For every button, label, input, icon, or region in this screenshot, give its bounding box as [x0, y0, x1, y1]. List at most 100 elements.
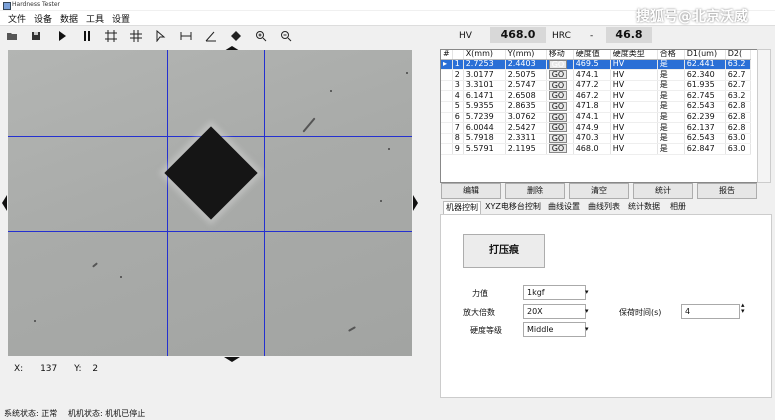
table-cell: 63.2 — [725, 59, 751, 71]
open-icon[interactable] — [3, 27, 21, 45]
zoom-out-icon[interactable] — [277, 27, 295, 45]
table-cell: 3.0762 — [505, 112, 547, 124]
table-cell: 62.543 — [684, 101, 726, 113]
go-button[interactable]: GO — [548, 59, 568, 69]
table-cell: 5.7239 — [463, 112, 506, 124]
col-header: Y(mm) — [505, 50, 547, 60]
table-row[interactable]: 5 5.9355 2.8635 GO 471.8 HV 是 62.543 62.8 — [441, 101, 751, 113]
chevron-down-icon[interactable]: ▾ — [585, 325, 589, 333]
grid-icon[interactable] — [127, 27, 145, 45]
pan-right-arrow-icon[interactable] — [413, 195, 418, 211]
clear-button[interactable]: 清空 — [569, 183, 629, 199]
stepper-icon[interactable]: ▴ ▾ — [741, 302, 745, 315]
save-icon[interactable] — [27, 27, 45, 45]
table-cell[interactable]: GO — [546, 90, 574, 102]
menu-device[interactable]: 设备 — [34, 12, 52, 25]
table-cell: 5 — [452, 101, 464, 113]
table-cell: 8 — [452, 133, 464, 145]
table-cell[interactable]: GO — [546, 143, 574, 155]
horizontal-measure-icon[interactable] — [177, 27, 195, 45]
go-button[interactable]: GO — [548, 91, 568, 101]
table-cell: 是 — [657, 143, 685, 155]
go-button[interactable]: GO — [548, 133, 568, 143]
table-cell: 62.8 — [725, 122, 751, 134]
eraser-icon[interactable] — [227, 27, 245, 45]
tab-album[interactable]: 相册 — [668, 201, 688, 213]
table-cell[interactable]: GO — [546, 59, 574, 71]
magnification-label: 放大倍数 — [463, 308, 495, 317]
delete-button[interactable]: 删除 — [505, 183, 565, 199]
hrc-value: 46.8 — [606, 27, 652, 43]
tab-machine-control[interactable]: 机器控制 — [443, 201, 481, 214]
go-button[interactable]: GO — [548, 70, 568, 80]
force-select[interactable]: 1kgf — [523, 285, 586, 300]
table-cell: 是 — [657, 112, 685, 124]
table-cell: 2 — [452, 69, 464, 81]
tab-curve-list[interactable]: 曲线列表 — [586, 201, 622, 213]
table-row[interactable]: 7 6.0044 2.5427 GO 474.9 HV 是 62.137 62.8 — [441, 122, 751, 134]
col-header — [452, 50, 464, 60]
table-row[interactable]: 9 5.5791 2.1195 GO 468.0 HV 是 62.847 63.0 — [441, 143, 751, 155]
table-cell: HV — [610, 69, 658, 81]
table-cell[interactable]: GO — [546, 101, 574, 113]
machine-control-panel: 打压痕 力值 1kgf ▾ 放大倍数 20X ▾ 硬度等级 Middle ▾ 保… — [440, 214, 772, 398]
table-cell[interactable]: GO — [546, 80, 574, 92]
go-button[interactable]: GO — [548, 101, 568, 111]
table-cell[interactable]: GO — [546, 122, 574, 134]
table-cell: 2.5075 — [505, 69, 547, 81]
make-indentation-button[interactable]: 打压痕 — [463, 234, 545, 268]
table-cell[interactable]: GO — [546, 112, 574, 124]
tab-xyz-stage[interactable]: XYZ电移台控制 — [483, 201, 543, 213]
go-button[interactable]: GO — [548, 123, 568, 133]
hardness-level-select[interactable]: Middle — [523, 322, 586, 337]
speck — [120, 276, 122, 278]
go-button[interactable]: GO — [548, 112, 568, 122]
table-row[interactable]: ▸ 1 2.7253 2.4403 GO 469.5 HV 是 62.441 63.2 — [441, 59, 751, 71]
col-header: 硬度值 — [573, 50, 611, 60]
pan-down-arrow-icon[interactable] — [224, 357, 240, 362]
go-button[interactable]: GO — [548, 144, 568, 154]
menu-settings[interactable]: 设置 — [112, 12, 130, 25]
edit-button[interactable]: 编辑 — [441, 183, 501, 199]
table-row[interactable]: 3 3.3101 2.5747 GO 477.2 HV 是 61.935 62.7 — [441, 80, 751, 92]
table-row[interactable]: 8 5.7918 2.3311 GO 470.3 HV 是 62.543 63.0 — [441, 133, 751, 145]
table-cell: 6 — [452, 112, 464, 124]
pause-icon[interactable] — [78, 27, 96, 45]
tab-statistics[interactable]: 统计数据 — [626, 201, 662, 213]
table-scrollbar[interactable] — [757, 49, 771, 183]
microscope-image-view[interactable] — [8, 50, 412, 356]
magnification-select[interactable]: 20X — [523, 304, 586, 319]
table-row[interactable]: 6 5.7239 3.0762 GO 474.1 HV 是 62.239 62.8 — [441, 112, 751, 124]
hold-time-input[interactable]: 4 — [681, 304, 740, 319]
chevron-down-icon[interactable]: ▾ — [585, 288, 589, 296]
go-button[interactable]: GO — [548, 80, 568, 90]
menu-tools[interactable]: 工具 — [86, 12, 104, 25]
table-cell: 474.9 — [573, 122, 611, 134]
tab-curve-settings[interactable]: 曲线设置 — [546, 201, 582, 213]
menu-data[interactable]: 数据 — [60, 12, 78, 25]
table-cell: 是 — [657, 122, 685, 134]
measurement-table[interactable]: # X(mm) Y(mm) 移动 硬度值 硬度类型 合格 D1(um) D2( … — [440, 49, 758, 183]
chevron-down-icon[interactable]: ▾ — [585, 307, 589, 315]
speck — [330, 90, 332, 92]
angle-icon[interactable] — [202, 27, 220, 45]
table-row[interactable]: 4 6.1471 2.6508 GO 467.2 HV 是 62.745 63.2 — [441, 90, 751, 102]
crosshair-icon[interactable] — [102, 27, 120, 45]
row-marker: ▸ — [441, 59, 453, 71]
table-cell: 3.3101 — [463, 80, 506, 92]
zoom-in-icon[interactable] — [252, 27, 270, 45]
table-cell: 62.847 — [684, 143, 726, 155]
table-row[interactable]: 2 3.0177 2.5075 GO 474.1 HV 是 62.340 62.7 — [441, 69, 751, 81]
table-cell: 5.5791 — [463, 143, 506, 155]
statistics-button[interactable]: 统计 — [633, 183, 693, 199]
report-button[interactable]: 报告 — [697, 183, 757, 199]
play-icon[interactable] — [53, 27, 71, 45]
table-cell[interactable]: GO — [546, 69, 574, 81]
table-cell[interactable]: GO — [546, 133, 574, 145]
pan-left-arrow-icon[interactable] — [2, 195, 7, 211]
table-cell: 2.5747 — [505, 80, 547, 92]
menu-file[interactable]: 文件 — [8, 12, 26, 25]
select-arrow-icon[interactable] — [152, 27, 170, 45]
table-cell: 470.3 — [573, 133, 611, 145]
grid-line-h2 — [8, 231, 412, 232]
